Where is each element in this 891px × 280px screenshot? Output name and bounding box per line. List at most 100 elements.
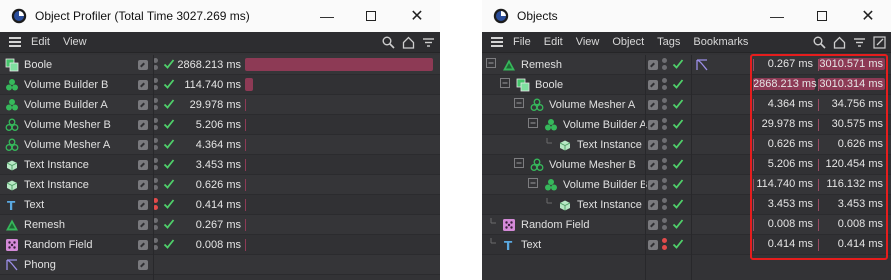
edit-toggle-icon[interactable]	[648, 240, 658, 250]
hamburger-menu-icon[interactable]	[9, 37, 21, 47]
profiler-row[interactable]: T Text 0.414 ms	[0, 195, 440, 215]
enabled-check-icon[interactable]	[163, 237, 175, 251]
minimize-button[interactable]: —	[304, 0, 350, 32]
edit-toggle-icon[interactable]	[138, 100, 148, 110]
enabled-check-icon[interactable]	[672, 57, 684, 71]
edit-toggle-icon[interactable]	[138, 80, 148, 90]
edit-toggle-icon[interactable]	[648, 200, 658, 210]
object-name: Phong	[24, 258, 56, 271]
menu-view[interactable]: View	[576, 36, 600, 48]
edit-toggle-icon[interactable]	[648, 120, 658, 130]
edit-toggle-icon[interactable]	[138, 60, 148, 70]
filter-icon[interactable]	[420, 34, 436, 50]
objects-title-bar[interactable]: Objects — ✕	[482, 0, 891, 32]
enabled-check-icon[interactable]	[163, 157, 175, 171]
edit-toggle-icon[interactable]	[648, 220, 658, 230]
filter-icon[interactable]	[851, 34, 867, 50]
profiler-row[interactable]: Boole 2868.213 ms	[0, 55, 440, 75]
edit-toggle-icon[interactable]	[138, 140, 148, 150]
profiler-row[interactable]: Random Field 0.008 ms	[0, 235, 440, 255]
enabled-check-icon[interactable]	[163, 217, 175, 231]
edit-toggle-icon[interactable]	[648, 160, 658, 170]
close-button[interactable]: ✕	[845, 0, 891, 32]
edit-toggle-icon[interactable]	[648, 100, 658, 110]
enabled-check-icon[interactable]	[163, 197, 175, 211]
menu-bookmarks[interactable]: Bookmarks	[693, 36, 748, 48]
enabled-check-icon[interactable]	[672, 157, 684, 171]
menu-edit[interactable]: Edit	[31, 36, 50, 48]
edit-toggle-icon[interactable]	[138, 200, 148, 210]
enabled-check-icon[interactable]	[163, 97, 175, 111]
visibility-dots[interactable]	[662, 78, 668, 90]
minimize-button[interactable]: —	[754, 0, 800, 32]
object-name: Random Field	[521, 218, 590, 231]
visibility-dots[interactable]	[662, 138, 668, 150]
menu-object[interactable]: Object	[612, 36, 644, 48]
menu-tags[interactable]: Tags	[657, 36, 680, 48]
edit-toggle-icon[interactable]	[138, 260, 148, 270]
visibility-dots[interactable]	[662, 98, 668, 110]
profiler-row[interactable]: Text Instance 3.453 ms	[0, 155, 440, 175]
enabled-check-icon[interactable]	[672, 197, 684, 211]
close-button[interactable]: ✕	[394, 0, 440, 32]
home-icon[interactable]	[400, 34, 416, 50]
enabled-check-icon[interactable]	[672, 117, 684, 131]
enabled-check-icon[interactable]	[672, 237, 684, 251]
menu-file[interactable]: File	[513, 36, 531, 48]
object-name: Volume Mesher A	[549, 98, 636, 111]
edit-toggle-icon[interactable]	[138, 160, 148, 170]
profiler-row[interactable]: Volume Builder B 114.740 ms	[0, 75, 440, 95]
edit-toggle-icon[interactable]	[138, 220, 148, 230]
edit-toggle-icon[interactable]	[138, 180, 148, 190]
enabled-check-icon[interactable]	[672, 177, 684, 191]
enabled-check-icon[interactable]	[163, 177, 175, 191]
expand-window-icon[interactable]	[871, 34, 887, 50]
edit-toggle-icon[interactable]	[138, 120, 148, 130]
enabled-check-icon[interactable]	[672, 137, 684, 151]
edit-toggle-icon[interactable]	[648, 60, 658, 70]
profiler-row[interactable]: Volume Builder A 29.978 ms	[0, 95, 440, 115]
enabled-check-icon[interactable]	[163, 77, 175, 91]
visibility-dots[interactable]	[662, 158, 668, 170]
search-icon[interactable]	[380, 34, 396, 50]
collapse-toggle-icon[interactable]	[528, 178, 538, 191]
enabled-check-icon[interactable]	[163, 117, 175, 131]
search-icon[interactable]	[811, 34, 827, 50]
enabled-check-icon[interactable]	[163, 57, 175, 71]
edit-toggle-icon[interactable]	[648, 180, 658, 190]
profiler-row[interactable]: Volume Mesher A 4.364 ms	[0, 135, 440, 155]
visibility-dots[interactable]	[662, 198, 668, 210]
maximize-button[interactable]	[348, 0, 394, 32]
remesh-icon	[5, 218, 19, 232]
collapse-toggle-icon[interactable]	[500, 78, 510, 91]
object-name: Text Instance	[577, 198, 642, 211]
time-value: 0.414 ms	[195, 198, 241, 211]
visibility-dots[interactable]	[662, 218, 668, 230]
phong-tag-icon[interactable]	[695, 58, 709, 72]
maximize-button[interactable]	[799, 0, 845, 32]
profiler-row[interactable]: Text Instance 0.626 ms	[0, 175, 440, 195]
edit-toggle-icon[interactable]	[648, 140, 658, 150]
edit-toggle-icon[interactable]	[138, 240, 148, 250]
enabled-check-icon[interactable]	[672, 97, 684, 111]
enabled-check-icon[interactable]	[672, 217, 684, 231]
collapse-toggle-icon[interactable]	[486, 58, 496, 71]
visibility-dots[interactable]	[662, 118, 668, 130]
profiler-row[interactable]: Volume Mesher B 5.206 ms	[0, 115, 440, 135]
visibility-dots[interactable]	[662, 178, 668, 190]
visibility-dots-red[interactable]	[662, 238, 668, 250]
visibility-dots[interactable]	[662, 58, 668, 70]
profiler-row[interactable]: Remesh 0.267 ms	[0, 215, 440, 235]
collapse-toggle-icon[interactable]	[514, 158, 524, 171]
enabled-check-icon[interactable]	[163, 137, 175, 151]
collapse-toggle-icon[interactable]	[528, 118, 538, 131]
enabled-check-icon[interactable]	[672, 77, 684, 91]
menu-edit[interactable]: Edit	[544, 36, 563, 48]
profiler-title-bar[interactable]: Object Profiler (Total Time 3027.269 ms)…	[0, 0, 440, 32]
menu-view[interactable]: View	[63, 36, 87, 48]
collapse-toggle-icon[interactable]	[514, 98, 524, 111]
profiler-row[interactable]: Phong	[0, 255, 440, 275]
home-icon[interactable]	[831, 34, 847, 50]
hamburger-menu-icon[interactable]	[491, 37, 503, 47]
edit-toggle-icon[interactable]	[648, 80, 658, 90]
